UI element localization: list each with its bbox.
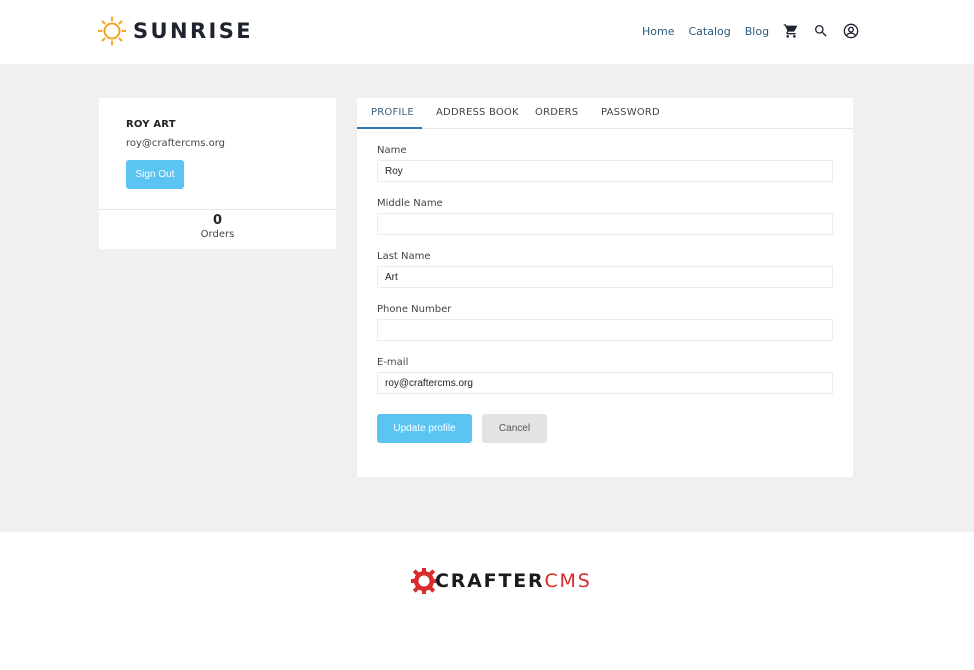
- tab-profile[interactable]: PROFILE: [371, 107, 414, 118]
- craftercms-wordmark: CRAFTERCMS: [435, 570, 592, 592]
- main-nav: Home Catalog Blog: [642, 20, 859, 42]
- card-divider: [99, 209, 336, 210]
- brand-name: SUNRISE: [133, 19, 254, 43]
- cancel-button[interactable]: Cancel: [482, 414, 547, 443]
- site-footer: CRAFTERCMS: [0, 532, 974, 670]
- active-tab-indicator: [357, 127, 422, 129]
- search-icon[interactable]: [813, 23, 829, 39]
- email-label: E-mail: [377, 357, 409, 368]
- nav-blog-link[interactable]: Blog: [745, 25, 769, 38]
- name-label: Name: [377, 145, 407, 156]
- sunrise-logo[interactable]: SUNRISE: [98, 14, 253, 48]
- sun-icon: [98, 16, 126, 46]
- account-icon[interactable]: [843, 23, 859, 39]
- email-field[interactable]: [377, 372, 833, 394]
- orders-label: Orders: [200, 229, 235, 240]
- user-name: ROY ART: [126, 119, 176, 130]
- crafter-wordmark-part: CRAFTER: [435, 570, 545, 592]
- profile-card: PROFILE ADDRESS BOOK ORDERS PASSWORD Nam…: [357, 98, 853, 477]
- name-field[interactable]: [377, 160, 833, 182]
- site-header: SUNRISE Home Catalog Blog: [0, 0, 974, 64]
- user-email: roy@craftercms.org: [126, 138, 226, 149]
- user-summary-card: ROY ART roy@craftercms.org Sign Out 0 Or…: [99, 98, 336, 249]
- sign-out-button[interactable]: Sign Out: [126, 160, 184, 189]
- main-content: ROY ART roy@craftercms.org Sign Out 0 Or…: [0, 64, 974, 532]
- middle-name-label: Middle Name: [377, 198, 443, 209]
- phone-number-field[interactable]: [377, 319, 833, 341]
- update-profile-button[interactable]: Update profile: [377, 414, 472, 443]
- last-name-label: Last Name: [377, 251, 431, 262]
- nav-catalog-link[interactable]: Catalog: [688, 25, 730, 38]
- tab-password[interactable]: PASSWORD: [601, 107, 660, 118]
- middle-name-field[interactable]: [377, 213, 833, 235]
- gear-icon: [411, 568, 437, 594]
- cart-icon[interactable]: [783, 23, 799, 39]
- craftercms-logo[interactable]: CRAFTERCMS: [411, 565, 592, 597]
- profile-tabs: PROFILE ADDRESS BOOK ORDERS PASSWORD: [357, 98, 853, 129]
- tab-address-book[interactable]: ADDRESS BOOK: [436, 107, 519, 118]
- nav-home-link[interactable]: Home: [642, 25, 674, 38]
- tab-orders[interactable]: ORDERS: [535, 107, 578, 118]
- cms-wordmark-part: CMS: [544, 570, 592, 592]
- phone-number-label: Phone Number: [377, 304, 452, 315]
- last-name-field[interactable]: [377, 266, 833, 288]
- orders-count: 0: [212, 213, 223, 228]
